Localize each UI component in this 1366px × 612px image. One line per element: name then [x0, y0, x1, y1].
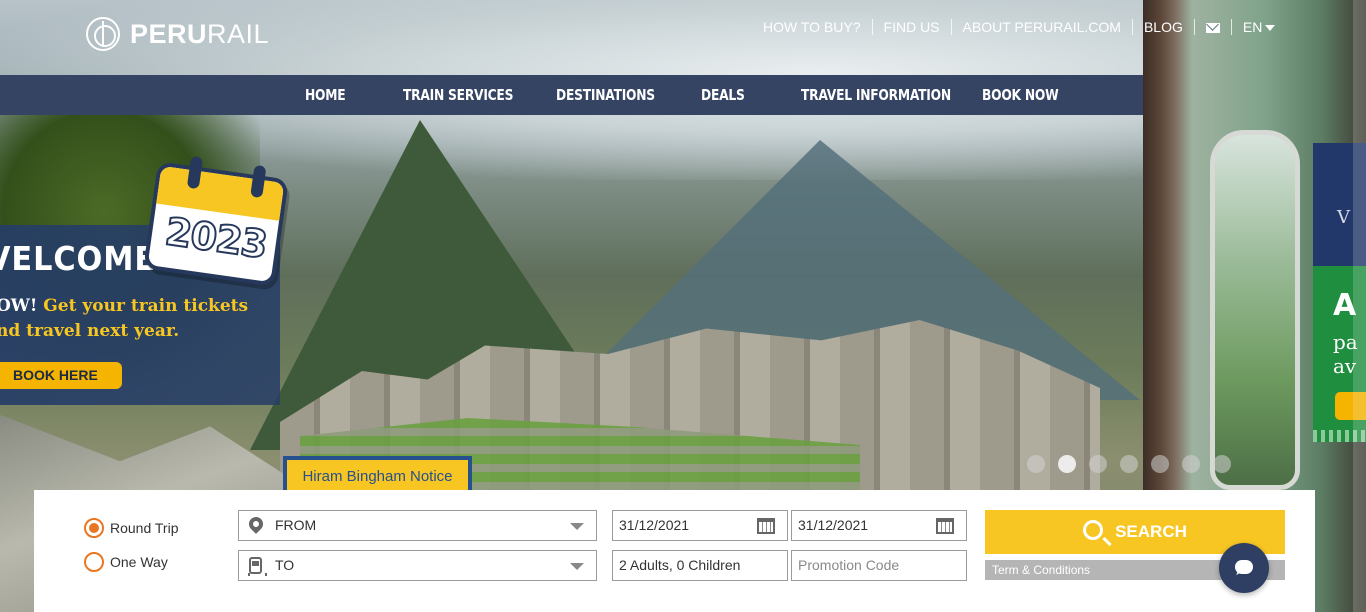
logo-text: PERURAIL — [130, 18, 270, 49]
topnav-about[interactable]: ABOUT PERURAIL.COM — [950, 19, 1132, 35]
carousel-dot-4[interactable] — [1120, 455, 1138, 473]
welcome-line-1: OW! Get your train tickets — [0, 296, 249, 316]
one-way-radio[interactable]: One Way — [84, 552, 168, 572]
carousel-dot-3[interactable] — [1089, 455, 1107, 473]
topnav-contact[interactable] — [1193, 19, 1231, 35]
carousel-dot-6[interactable] — [1182, 455, 1200, 473]
promotion-code-input[interactable]: Promotion Code — [791, 550, 967, 581]
top-navigation: HOW TO BUY? FIND US ABOUT PERURAIL.COM B… — [763, 19, 1286, 35]
radio-unselected-icon — [84, 552, 104, 572]
calendar-2023-graphic: 2023 — [143, 155, 289, 287]
welcome-line-2: nd travel next year. — [0, 321, 180, 341]
site-header: PERURAIL HOW TO BUY? FIND US ABOUT PERUR… — [0, 0, 1276, 75]
hiram-bingham-notice-tab[interactable]: Hiram Bingham Notice — [283, 456, 472, 491]
carousel-dot-5[interactable] — [1151, 455, 1169, 473]
chevron-down-icon — [570, 523, 584, 530]
page: PERURAIL HOW TO BUY? FIND US ABOUT PERUR… — [0, 0, 1366, 612]
destination-select[interactable]: TO — [238, 550, 597, 581]
logo-icon — [86, 17, 120, 51]
vertical-scrollbar[interactable] — [1353, 0, 1366, 612]
calendar-icon[interactable] — [936, 518, 954, 534]
topnav-find-us[interactable]: FIND US — [871, 19, 951, 35]
welcome-title: VELCOME — [0, 239, 157, 278]
departure-date-input[interactable]: 31/12/2021 — [612, 510, 788, 541]
location-pin-icon — [249, 517, 263, 535]
chevron-down-icon — [570, 563, 584, 570]
topnav-how-to-buy[interactable]: HOW TO BUY? — [763, 19, 872, 35]
caret-down-icon — [1265, 25, 1276, 32]
mail-icon — [1205, 23, 1220, 34]
nav-deals[interactable]: DEALS — [701, 75, 745, 115]
main-navigation: HOME TRAIN SERVICES DESTINATIONS DEALS T… — [0, 75, 1143, 115]
passengers-select[interactable]: 2 Adults, 0 Children — [612, 550, 788, 581]
train-icon — [248, 557, 267, 576]
radio-selected-icon — [84, 518, 104, 538]
calendar-icon[interactable] — [757, 518, 775, 534]
nav-destinations[interactable]: DESTINATIONS — [556, 75, 655, 115]
book-here-button[interactable]: BOOK HERE — [0, 362, 122, 389]
nav-travel-information[interactable]: TRAVEL INFORMATION — [801, 75, 951, 115]
round-trip-radio[interactable]: Round Trip — [84, 518, 178, 538]
chat-bubble-icon — [1235, 560, 1253, 574]
booking-widget: Round Trip One Way FROM TO 31/12/2021 31… — [34, 490, 1315, 612]
carousel-dot-2[interactable] — [1058, 455, 1076, 473]
carousel-dots — [1027, 455, 1231, 473]
train-window-pane — [1210, 130, 1300, 490]
return-date-input[interactable]: 31/12/2021 — [791, 510, 967, 541]
search-icon — [1083, 519, 1104, 540]
language-selector[interactable]: EN — [1230, 19, 1286, 35]
topnav-blog[interactable]: BLOG — [1131, 19, 1194, 35]
nav-home[interactable]: HOME — [305, 75, 346, 115]
carousel-dot-7[interactable] — [1213, 455, 1231, 473]
origin-select[interactable]: FROM — [238, 510, 597, 541]
nav-train-services[interactable]: TRAIN SERVICES — [403, 75, 513, 115]
nav-book-now[interactable]: BOOK NOW — [982, 75, 1059, 115]
chat-button[interactable] — [1219, 543, 1269, 593]
carousel-dot-1[interactable] — [1027, 455, 1045, 473]
perurail-logo[interactable]: PERURAIL — [86, 17, 269, 51]
